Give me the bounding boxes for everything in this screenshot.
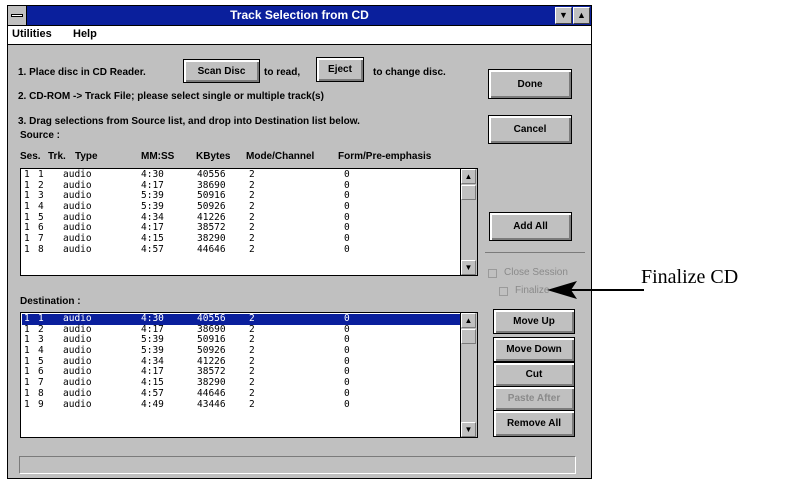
source-label: Source : (20, 130, 61, 141)
scroll-thumb[interactable] (461, 185, 476, 200)
minimize-button[interactable]: ▼ (555, 7, 572, 24)
track-row[interactable]: 1 9 audio 4:49 43446 2 0 (22, 398, 460, 411)
cell-type: audio (63, 243, 92, 255)
title-bar[interactable]: Track Selection from CD ▼ ▲ (8, 6, 591, 26)
step3-text: 3. Drag selections from Source list, and… (18, 116, 360, 127)
track-selection-window: Track Selection from CD ▼ ▲ Utilities He… (7, 5, 592, 479)
done-button[interactable]: Done (488, 69, 572, 99)
cell-kbytes: 44646 (197, 387, 226, 399)
remove-all-button[interactable]: Remove All (493, 410, 575, 437)
add-all-button[interactable]: Add All (489, 212, 572, 241)
close-session-checkbox[interactable] (488, 269, 497, 278)
col-header-mode-channel: Mode/Channel (246, 151, 315, 162)
scroll-down-arrow-icon[interactable]: ▼ (461, 422, 476, 437)
finalize-cd-annotation: Finalize CD (641, 266, 739, 288)
move-down-button[interactable]: Move Down (493, 337, 575, 362)
cut-button[interactable]: Cut (493, 362, 575, 387)
cell-duration: 4:57 (141, 387, 164, 399)
scroll-down-arrow-icon[interactable]: ▼ (461, 260, 476, 275)
cell-kbytes: 43446 (197, 398, 226, 410)
cell-mode-channel: 2 (249, 387, 255, 399)
step1-suffix-text: to change disc. (373, 67, 446, 78)
source-rows: 1 1 audio 4:30 40556 2 0 1 2 audio 4:17 38690 2 0 1 3 au… (22, 169, 460, 256)
menu-bar: Utilities Help (8, 26, 591, 45)
cell-form-preemphasis: 0 (344, 387, 350, 399)
source-scrollbar[interactable]: ▲ ▼ (460, 169, 477, 275)
cell-session: 1 (24, 387, 30, 399)
cell-duration: 4:57 (141, 243, 164, 255)
eject-button[interactable]: Eject (316, 57, 364, 82)
annotation-arrow-icon (547, 281, 644, 299)
close-session-label: Close Session (504, 267, 568, 278)
scroll-up-arrow-icon[interactable]: ▲ (461, 313, 476, 328)
destination-rows: 1 1 audio 4:30 40556 2 0 1 2 audio 4:17 38690 2 0 1 3 au… (22, 313, 460, 411)
maximize-button[interactable]: ▲ (573, 7, 590, 24)
finalize-checkbox[interactable] (499, 287, 508, 296)
cell-track: 9 (38, 398, 44, 410)
menu-help[interactable]: Help (73, 28, 97, 40)
col-header-type: Type (75, 151, 98, 162)
scan-disc-button[interactable]: Scan Disc (183, 59, 260, 83)
cell-duration: 4:49 (141, 398, 164, 410)
status-bar (19, 456, 576, 474)
step1-mid-text: to read, (264, 67, 301, 78)
step1-text: 1. Place disc in CD Reader. (18, 67, 146, 78)
cell-session: 1 (24, 398, 30, 410)
divider (485, 252, 585, 253)
cell-type: audio (63, 387, 92, 399)
cell-session: 1 (24, 243, 30, 255)
cell-mode-channel: 2 (249, 243, 255, 255)
source-track-list[interactable]: 1 1 audio 4:30 40556 2 0 1 2 audio 4:17 38690 2 0 1 3 au… (20, 168, 478, 276)
cell-form-preemphasis: 0 (344, 243, 350, 255)
cell-track: 8 (38, 243, 44, 255)
scroll-thumb[interactable] (461, 329, 476, 344)
col-header-kbytes: KBytes (196, 151, 231, 162)
col-header-session: Ses. (20, 151, 41, 162)
destination-label: Destination : (20, 296, 81, 307)
step2-text: 2. CD-ROM -> Track File; please select s… (18, 91, 324, 102)
window-title: Track Selection from CD (230, 8, 369, 22)
cell-type: audio (63, 398, 92, 410)
col-header-track: Trk. (48, 151, 66, 162)
move-up-button[interactable]: Move Up (493, 309, 575, 334)
cell-form-preemphasis: 0 (344, 398, 350, 410)
paste-after-button[interactable]: Paste After (493, 386, 575, 411)
menu-utilities[interactable]: Utilities (12, 28, 52, 40)
destination-track-list[interactable]: 1 1 audio 4:30 40556 2 0 1 2 audio 4:17 38690 2 0 1 3 au… (20, 312, 478, 438)
scroll-up-arrow-icon[interactable]: ▲ (461, 169, 476, 184)
track-row[interactable]: 1 8 audio 4:57 44646 2 0 (22, 243, 460, 256)
cancel-button[interactable]: Cancel (488, 115, 572, 144)
cell-kbytes: 44646 (197, 243, 226, 255)
track-row[interactable]: 1 8 audio 4:57 44646 2 0 (22, 387, 460, 400)
destination-scrollbar[interactable]: ▲ ▼ (460, 313, 477, 437)
col-header-form-preemphasis: Form/Pre-emphasis (338, 151, 432, 162)
cell-mode-channel: 2 (249, 398, 255, 410)
col-header-mmss: MM:SS (141, 151, 175, 162)
cell-track: 8 (38, 387, 44, 399)
